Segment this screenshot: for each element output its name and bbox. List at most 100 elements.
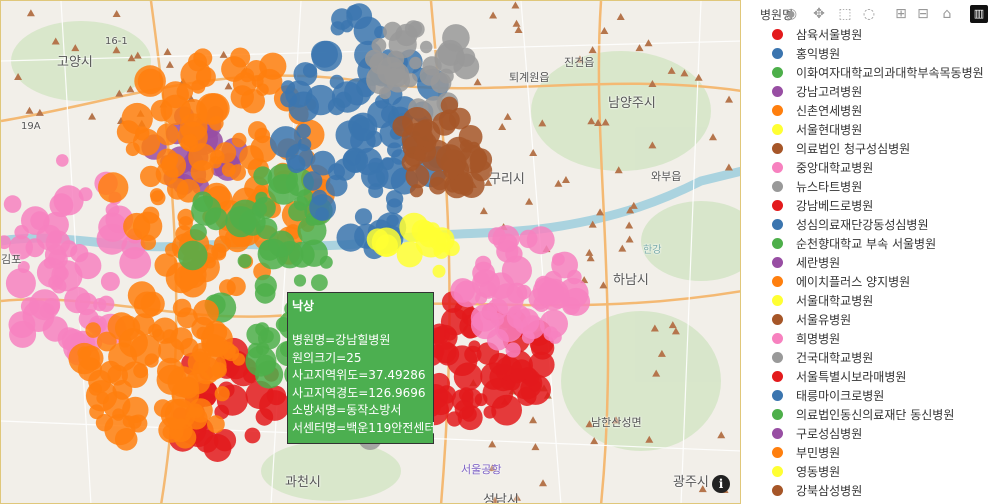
- map-marker[interactable]: [330, 21, 345, 36]
- map-marker[interactable]: [375, 234, 399, 257]
- map-marker[interactable]: [474, 393, 488, 407]
- legend-item[interactable]: 강북삼성병원: [756, 481, 990, 500]
- map-marker[interactable]: [488, 352, 511, 375]
- map-marker[interactable]: [85, 322, 101, 338]
- map-marker[interactable]: [56, 154, 69, 167]
- home-icon[interactable]: ⌂: [938, 5, 956, 23]
- map-marker[interactable]: [167, 366, 199, 398]
- map-marker[interactable]: [214, 142, 237, 164]
- map-marker[interactable]: [51, 278, 67, 294]
- map-marker[interactable]: [230, 47, 251, 68]
- legend-item[interactable]: 홍익병원: [756, 44, 990, 63]
- map-marker[interactable]: [201, 333, 225, 357]
- map-marker[interactable]: [100, 272, 120, 291]
- map-marker[interactable]: [319, 255, 333, 269]
- map-marker[interactable]: [342, 147, 369, 173]
- map-marker[interactable]: [64, 286, 91, 314]
- map-marker[interactable]: [172, 298, 192, 318]
- map-marker[interactable]: [150, 190, 166, 206]
- pan-icon[interactable]: ✥: [810, 5, 828, 23]
- legend-item[interactable]: 부민병원: [756, 443, 990, 462]
- legend-item[interactable]: 영동병원: [756, 462, 990, 481]
- map-marker[interactable]: [331, 81, 364, 113]
- map-marker[interactable]: [248, 121, 267, 141]
- map-marker[interactable]: [98, 172, 129, 203]
- map-marker[interactable]: [177, 240, 208, 271]
- map-marker[interactable]: [196, 93, 228, 125]
- legend-item[interactable]: 성심의료재단강동성심병원: [756, 215, 990, 234]
- map-marker[interactable]: [496, 240, 519, 263]
- map-marker[interactable]: [519, 229, 538, 249]
- map-marker[interactable]: [43, 256, 56, 269]
- map-marker[interactable]: [193, 48, 213, 68]
- map-marker[interactable]: [133, 128, 161, 156]
- legend-item[interactable]: 태릉마이크로병원: [756, 386, 990, 405]
- legend-item[interactable]: 신촌연세병원: [756, 101, 990, 120]
- map-marker[interactable]: [302, 63, 318, 78]
- legend-item[interactable]: 에이치플러스 양지병원: [756, 272, 990, 291]
- map-marker[interactable]: [154, 253, 178, 277]
- map-marker[interactable]: [551, 251, 578, 279]
- map-marker[interactable]: [256, 217, 278, 240]
- map-marker[interactable]: [93, 298, 107, 312]
- map-marker[interactable]: [254, 274, 277, 297]
- map-marker[interactable]: [137, 68, 164, 95]
- map-marker[interactable]: [371, 38, 387, 53]
- map-marker[interactable]: [425, 222, 440, 238]
- map-marker[interactable]: [454, 173, 472, 192]
- map-marker[interactable]: [133, 291, 161, 319]
- map-marker[interactable]: [409, 184, 424, 198]
- map-marker[interactable]: [49, 193, 74, 218]
- map-marker[interactable]: [511, 359, 533, 381]
- legend-item[interactable]: 건국대학교병원: [756, 348, 990, 367]
- map-marker[interactable]: [413, 149, 426, 162]
- map-marker[interactable]: [351, 117, 376, 141]
- map-marker[interactable]: [252, 201, 267, 217]
- map-marker[interactable]: [325, 174, 348, 197]
- map-marker[interactable]: [487, 272, 515, 300]
- map-marker[interactable]: [412, 119, 441, 148]
- camera-icon[interactable]: ◉: [782, 5, 800, 23]
- map-marker[interactable]: [108, 342, 138, 372]
- map-marker[interactable]: [438, 68, 454, 84]
- map-marker[interactable]: [444, 327, 457, 341]
- map-panel[interactable]: 고양시 퇴계원읍 진건읍 남양주시 구리시 와부읍 하남시 남한산성면 과천시 …: [0, 0, 741, 504]
- map-marker[interactable]: [179, 270, 207, 298]
- map-marker[interactable]: [191, 195, 222, 226]
- legend-item[interactable]: 의료법인동신의료재단 동신병원: [756, 405, 990, 424]
- map-marker[interactable]: [436, 144, 464, 172]
- zoom-in-icon[interactable]: ⊞: [892, 5, 910, 23]
- legend-item[interactable]: 강남고려병원: [756, 82, 990, 101]
- map-marker[interactable]: [429, 176, 447, 195]
- legend-item[interactable]: 삼육서울병원: [756, 25, 990, 44]
- map-marker[interactable]: [475, 255, 492, 272]
- map-marker[interactable]: [189, 223, 207, 241]
- plotly-logo-icon[interactable]: ▥: [970, 5, 988, 23]
- map-marker[interactable]: [221, 162, 236, 177]
- map-marker[interactable]: [379, 87, 391, 100]
- map-marker[interactable]: [203, 434, 232, 462]
- map-marker[interactable]: [178, 216, 193, 231]
- map-marker[interactable]: [315, 207, 329, 221]
- map-marker[interactable]: [385, 68, 411, 93]
- map-marker[interactable]: [214, 386, 230, 402]
- legend-item[interactable]: 의료법인 청구성심병원: [756, 139, 990, 158]
- map-marker[interactable]: [438, 109, 460, 131]
- legend-item[interactable]: 구로성심병원: [756, 424, 990, 443]
- map-marker[interactable]: [231, 132, 247, 148]
- map-marker[interactable]: [288, 202, 308, 222]
- map-marker[interactable]: [387, 142, 402, 158]
- lasso-icon[interactable]: ◌: [860, 5, 878, 23]
- map-marker[interactable]: [60, 240, 78, 258]
- map-marker[interactable]: [36, 224, 62, 251]
- map-marker[interactable]: [459, 139, 473, 153]
- legend-item[interactable]: 서울대학교병원: [756, 291, 990, 310]
- map-marker[interactable]: [256, 342, 270, 356]
- legend-item[interactable]: 서울현대병원: [756, 120, 990, 139]
- map-marker[interactable]: [483, 405, 497, 419]
- map-marker[interactable]: [150, 99, 173, 122]
- map-marker[interactable]: [420, 40, 433, 54]
- map-marker[interactable]: [167, 178, 189, 200]
- map-marker[interactable]: [142, 206, 160, 224]
- zoom-out-icon[interactable]: ⊟: [914, 5, 932, 23]
